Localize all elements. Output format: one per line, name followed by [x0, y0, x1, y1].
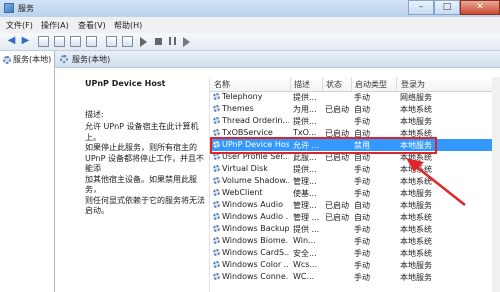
annotation-arrow — [406, 158, 466, 206]
